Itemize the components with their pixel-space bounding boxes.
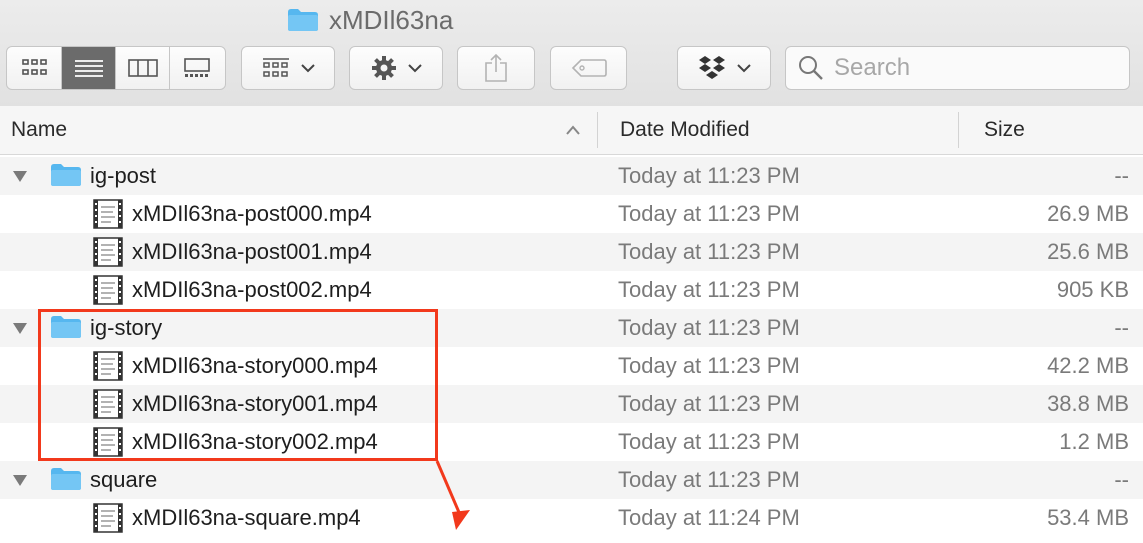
row-date-modified: Today at 11:23 PM	[618, 201, 800, 226]
column-header-bar: Name Date Modified Size	[0, 106, 1143, 155]
file-row[interactable]: xMDIl63na-square.mp4 Today at 11:24 PM 53.…	[0, 499, 1143, 537]
window-toolbar: xMDIl63na	[0, 0, 1143, 107]
folder-icon	[287, 8, 319, 32]
view-mode-control[interactable]	[6, 46, 226, 90]
window-title-text: xMDIl63na	[329, 4, 454, 35]
folder-row[interactable]: square Today at 11:23 PM --	[0, 461, 1143, 499]
row-name: xMDIl63na-post002.mp4	[132, 277, 372, 302]
row-size: 1.2 MB	[1059, 429, 1129, 454]
row-size: 26.9 MB	[1047, 201, 1129, 226]
dropbox-button[interactable]	[677, 46, 771, 90]
gear-icon	[372, 56, 396, 80]
chevron-down-icon	[737, 64, 751, 73]
row-size: 42.2 MB	[1047, 353, 1129, 378]
file-row[interactable]: xMDIl63na-post001.mp4 Today at 11:23 PM 25…	[0, 233, 1143, 271]
folder-icon	[50, 467, 82, 496]
icon-view-icon	[21, 59, 47, 75]
video-file-icon	[93, 275, 123, 310]
gallery-view-button[interactable]	[170, 47, 224, 89]
column-divider[interactable]	[958, 112, 959, 148]
column-header-name[interactable]: Name	[11, 106, 67, 154]
folder-icon	[50, 163, 82, 192]
column-header-date-label: Date Modified	[620, 118, 750, 141]
share-icon	[485, 53, 507, 82]
row-date-modified: Today at 11:23 PM	[618, 277, 800, 302]
icon-view-button[interactable]	[8, 47, 62, 89]
column-view-icon	[127, 59, 158, 77]
video-file-icon	[93, 503, 123, 538]
row-size: 38.8 MB	[1047, 391, 1129, 416]
row-date-modified: Today at 11:24 PM	[618, 505, 800, 530]
column-view-button[interactable]	[116, 47, 170, 89]
gallery-view-icon	[184, 58, 210, 77]
action-button[interactable]	[349, 46, 443, 90]
annotation-highlight-box	[38, 309, 438, 461]
row-name: square	[90, 467, 158, 492]
row-name: ig-post	[90, 163, 157, 188]
row-size: --	[1114, 163, 1129, 188]
row-date-modified: Today at 11:23 PM	[618, 239, 800, 264]
folder-row[interactable]: ig-post Today at 11:23 PM --	[0, 157, 1143, 195]
sort-ascending-icon[interactable]	[565, 124, 581, 136]
row-size: 25.6 MB	[1047, 239, 1129, 264]
tag-button[interactable]	[550, 46, 627, 90]
disclosure-triangle-icon[interactable]	[12, 321, 28, 340]
file-row[interactable]: xMDIl63na-post000.mp4 Today at 11:23 PM 26…	[0, 195, 1143, 233]
window-title: xMDIl63na	[287, 4, 453, 36]
column-header-size-label: Size	[984, 118, 1025, 141]
row-size: --	[1114, 467, 1129, 492]
row-date-modified: Today at 11:23 PM	[618, 315, 800, 340]
search-input[interactable]	[832, 53, 1126, 83]
column-divider[interactable]	[597, 112, 598, 148]
list-view-icon	[74, 60, 103, 77]
dropbox-icon	[699, 56, 725, 79]
group-grid-icon	[263, 58, 289, 77]
video-file-icon	[93, 237, 123, 272]
row-date-modified: Today at 11:23 PM	[618, 467, 800, 492]
row-name: xMDIl63na-square.mp4	[132, 505, 361, 530]
list-view-button[interactable]	[62, 47, 116, 89]
column-header-date[interactable]: Date Modified	[620, 106, 750, 154]
column-header-size[interactable]: Size	[984, 106, 1025, 154]
chevron-down-icon	[408, 64, 422, 73]
row-date-modified: Today at 11:23 PM	[618, 391, 800, 416]
disclosure-triangle-icon[interactable]	[12, 473, 28, 492]
video-file-icon	[93, 199, 123, 234]
share-button[interactable]	[457, 46, 535, 90]
column-header-name-label: Name	[11, 118, 68, 141]
row-date-modified: Today at 11:23 PM	[618, 353, 800, 378]
arrange-button[interactable]	[241, 46, 335, 90]
row-name: xMDIl63na-post001.mp4	[132, 239, 372, 264]
disclosure-triangle-icon[interactable]	[12, 169, 28, 188]
chevron-down-icon	[301, 64, 315, 73]
search-field[interactable]	[785, 46, 1130, 90]
row-size: 905 KB	[1056, 277, 1129, 302]
file-row[interactable]: xMDIl63na-post002.mp4 Today at 11:23 PM 90…	[0, 271, 1143, 309]
row-date-modified: Today at 11:23 PM	[618, 429, 800, 454]
row-size: --	[1114, 315, 1129, 340]
tag-icon	[571, 59, 607, 77]
row-date-modified: Today at 11:23 PM	[618, 163, 800, 188]
row-size: 53.4 MB	[1047, 505, 1129, 530]
search-icon	[799, 56, 823, 80]
row-name: xMDIl63na-post000.mp4	[132, 201, 372, 226]
